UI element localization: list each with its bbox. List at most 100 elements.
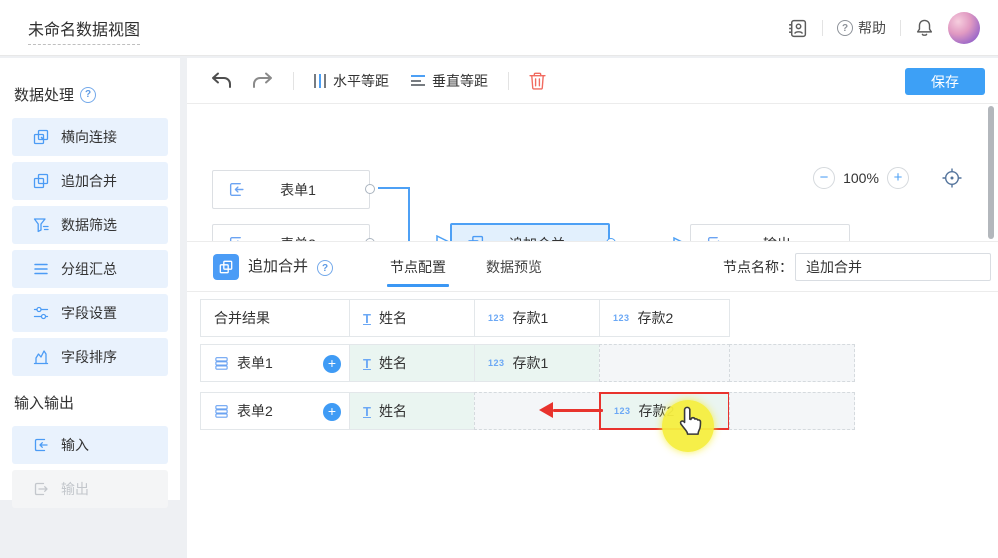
sidebar-item-field-settings[interactable]: 字段设置 [12, 294, 168, 332]
sidebar-section-input-output: 输入输出 [14, 392, 74, 413]
section-title: 输入输出 [14, 392, 74, 413]
column-label: 姓名 [379, 308, 407, 328]
divider [822, 20, 823, 36]
column-header-merge-result: 合并结果 [200, 299, 350, 337]
sidebar-item-label: 输出 [61, 479, 89, 499]
drag-direction-arrow-shaft [553, 409, 603, 412]
help-label: 帮助 [858, 18, 886, 38]
tab-data-preview[interactable]: 数据预览 [483, 242, 545, 292]
append-merge-chip [213, 254, 239, 280]
zoom-controls: − 100% + [813, 167, 963, 189]
node-config-panel: 追加合并 ? 节点配置 数据预览 节点名称： 合并结果 T 姓名 123 存款1… [187, 241, 998, 558]
output-icon [33, 481, 49, 497]
sidebar: 数据处理 ? 横向连接 追加合并 数据筛选 分组汇总 字段设置 [0, 58, 180, 500]
sidebar-section-data-processing: 数据处理 ? [14, 84, 96, 105]
sidebar-item-label: 横向连接 [61, 127, 117, 147]
tab-node-config[interactable]: 节点配置 [387, 242, 449, 292]
add-field-button[interactable]: + [323, 403, 341, 421]
row1-name-cell[interactable]: T 姓名 [349, 344, 475, 382]
save-button[interactable]: 保存 [905, 68, 985, 95]
field-sort-icon [33, 349, 49, 365]
top-bar: 未命名数据视图 ? 帮助 [0, 0, 998, 56]
sidebar-item-input[interactable]: 输入 [12, 426, 168, 464]
section-title: 数据处理 [14, 84, 74, 105]
port-form1-out[interactable] [365, 184, 375, 194]
sidebar-item-label: 字段设置 [61, 303, 117, 323]
vertical-scrollbar[interactable] [988, 106, 994, 239]
tool-label: 垂直等距 [432, 71, 488, 91]
sidebar-item-group-summary[interactable]: 分组汇总 [12, 250, 168, 288]
user-avatar[interactable] [948, 12, 980, 44]
append-merge-icon [219, 260, 233, 274]
column-label: 存款1 [513, 308, 549, 328]
source-label: 表单1 [237, 353, 273, 373]
row2-name-cell[interactable]: T 姓名 [349, 392, 475, 430]
sidebar-item-append-merge[interactable]: 追加合并 [12, 162, 168, 200]
contacts-icon[interactable] [787, 18, 808, 39]
zoom-level: 100% [835, 170, 887, 186]
node-label: 表单1 [245, 180, 369, 200]
column-label: 存款2 [638, 308, 674, 328]
node-name-input[interactable] [795, 253, 991, 281]
horizontal-equal-spacing-button[interactable]: 水平等距 [314, 71, 389, 91]
field-label: 姓名 [379, 401, 407, 421]
sidebar-item-label: 追加合并 [61, 171, 117, 191]
panel-header: 追加合并 ? 节点配置 数据预览 节点名称： [187, 242, 998, 292]
zoom-in-button[interactable]: + [887, 167, 909, 189]
flow-canvas[interactable]: 表单1 表单2 追加合并 输出 − 100% + [187, 104, 998, 241]
sidebar-item-field-sort[interactable]: 字段排序 [12, 338, 168, 376]
field-label: 存款1 [513, 353, 549, 373]
column-header-deposit1: 123 存款1 [474, 299, 600, 337]
number-type-icon: 123 [488, 313, 505, 323]
section-help-icon[interactable]: ? [80, 87, 96, 103]
source-label: 表单2 [237, 401, 273, 421]
row1-source-cell[interactable]: 表单1 + [200, 344, 350, 382]
crosshair-icon [941, 167, 963, 189]
sidebar-item-output: 输出 [12, 470, 168, 508]
row1-empty-cell-deposit2[interactable] [599, 344, 730, 382]
redo-button[interactable] [251, 72, 273, 89]
bell-icon[interactable] [915, 18, 934, 38]
form-icon [214, 404, 229, 419]
divider [508, 72, 509, 90]
horizontal-spacing-icon [314, 74, 326, 88]
sidebar-item-data-filter[interactable]: 数据筛选 [12, 206, 168, 244]
add-field-button[interactable]: + [323, 355, 341, 373]
main-area: 水平等距 垂直等距 保存 表单1 [187, 58, 998, 500]
tool-label: 水平等距 [333, 71, 389, 91]
delete-node-button[interactable] [529, 72, 546, 90]
divider [293, 72, 294, 90]
undo-button[interactable] [211, 72, 233, 89]
drag-direction-arrow-head [539, 402, 553, 418]
row2-source-cell[interactable]: 表单2 + [200, 392, 350, 430]
help-button[interactable]: ? 帮助 [837, 18, 886, 38]
row2-empty-cell-extra[interactable] [729, 392, 855, 430]
vertical-equal-spacing-button[interactable]: 垂直等距 [411, 71, 488, 91]
topbar-actions: ? 帮助 [787, 0, 980, 56]
document-title[interactable]: 未命名数据视图 [28, 16, 140, 45]
text-type-icon: T [363, 311, 371, 326]
wire-form1-out [378, 187, 410, 189]
row1-empty-cell-extra[interactable] [729, 344, 855, 382]
text-type-icon: T [363, 404, 371, 419]
column-label: 合并结果 [214, 308, 270, 328]
fit-view-button[interactable] [941, 167, 963, 189]
hand-cursor-icon [676, 405, 704, 437]
canvas-toolbar: 水平等距 垂直等距 保存 [187, 58, 998, 104]
text-type-icon: T [363, 356, 371, 371]
number-type-icon: 123 [488, 358, 505, 368]
field-label: 姓名 [379, 353, 407, 373]
sidebar-item-label: 输入 [61, 435, 89, 455]
panel-help-icon[interactable]: ? [317, 260, 333, 276]
row1-deposit1-cell[interactable]: 123 存款1 [474, 344, 600, 382]
group-summary-icon [33, 261, 49, 277]
zoom-out-button[interactable]: − [813, 167, 835, 189]
sidebar-item-horizontal-join[interactable]: 横向连接 [12, 118, 168, 156]
sidebar-item-label: 数据筛选 [61, 215, 117, 235]
node-form1[interactable]: 表单1 [212, 170, 370, 209]
column-header-name: T 姓名 [349, 299, 475, 337]
filter-icon [33, 217, 49, 233]
form-icon [214, 356, 229, 371]
redo-icon [251, 72, 273, 89]
horizontal-join-icon [33, 129, 49, 145]
